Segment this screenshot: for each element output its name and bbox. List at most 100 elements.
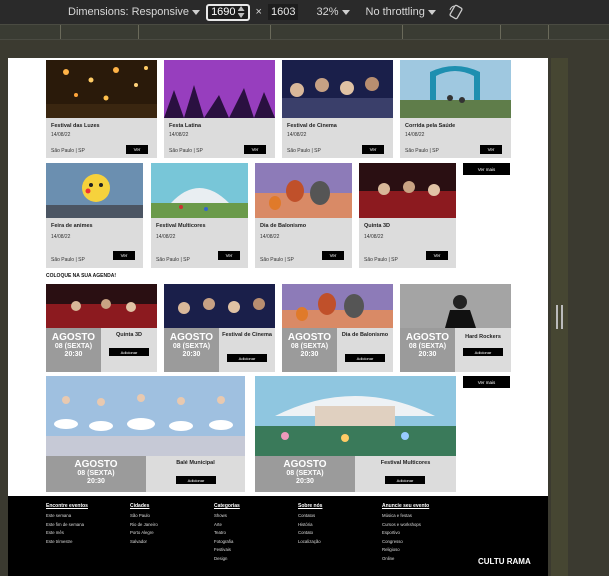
event-city: São Paulo | SP: [260, 257, 294, 263]
footer-link[interactable]: Este semana: [46, 512, 88, 521]
event-title: Festival das Luzes: [51, 123, 100, 129]
footer-link[interactable]: Festivais: [214, 546, 240, 555]
footer-link[interactable]: Música e festas: [382, 512, 429, 521]
event-date-box: AGOSTO 08 (SEXTA) 20:30: [400, 328, 455, 372]
event-day: 08 (SEXTA): [408, 343, 447, 350]
view-button[interactable]: Ver: [322, 251, 344, 260]
footer-link[interactable]: Religioso: [382, 546, 429, 555]
event-image: [46, 60, 157, 118]
event-title: Corrida pela Saúde: [405, 123, 456, 129]
footer-link[interactable]: Este trimestre: [46, 538, 88, 547]
footer-link[interactable]: Contato: [298, 529, 322, 538]
event-name: Festival de Cinema: [222, 332, 272, 338]
footer-link[interactable]: Rio de Janeiro: [130, 521, 158, 530]
add-button[interactable]: Adicionar: [109, 348, 149, 356]
site-logo[interactable]: CULTU RAMA: [478, 558, 531, 566]
event-card: Dia de Balonismo 14/08/22 São Paulo | SP…: [255, 163, 352, 268]
event-date-box: AGOSTO 08 (SEXTA) 20:30: [255, 456, 355, 492]
event-card: Festival das Luzes 14/08/22 São Paulo | …: [46, 60, 157, 158]
add-button[interactable]: Adicionar: [227, 354, 267, 362]
media-query-ruler[interactable]: [0, 24, 609, 40]
rotate-icon[interactable]: [448, 4, 464, 20]
event-name: Festival Multicores: [380, 460, 431, 466]
footer-heading: Sobre nós: [298, 503, 323, 509]
event-image: [46, 163, 143, 218]
footer-link[interactable]: História: [298, 521, 322, 530]
footer-heading: Cidades: [130, 503, 150, 509]
zoom-label: 32%: [316, 6, 339, 18]
footer-link[interactable]: Porto Alegre: [130, 529, 158, 538]
see-more-button[interactable]: Ver mais: [463, 376, 510, 388]
agenda-card: AGOSTO 08 (SEXTA) 20:30 Balé Municipal A…: [46, 376, 245, 492]
event-date-box: AGOSTO 08 (SEXTA) 20:30: [164, 328, 219, 372]
view-button[interactable]: Ver: [218, 251, 240, 260]
add-button[interactable]: Adicionar: [385, 476, 425, 484]
event-month: AGOSTO: [405, 332, 450, 343]
footer-heading: Encontre eventos: [46, 503, 88, 509]
event-city: São Paulo | SP: [169, 148, 203, 154]
event-month: AGOSTO: [51, 332, 96, 343]
view-button[interactable]: Ver: [480, 145, 502, 154]
footer-link[interactable]: Fotografia: [214, 538, 240, 547]
footer-link[interactable]: Shows: [214, 512, 240, 521]
footer-link[interactable]: São Paulo: [130, 512, 158, 521]
agenda-card: AGOSTO 08 (SEXTA) 20:30 Festival Multico…: [255, 376, 456, 492]
footer-link[interactable]: Salvador: [130, 538, 158, 547]
footer-link[interactable]: Congresso: [382, 538, 429, 547]
event-card: Festival de Cinema 14/08/22 São Paulo | …: [282, 60, 393, 158]
footer-link[interactable]: Localização: [298, 538, 322, 547]
height-input[interactable]: 1603: [267, 4, 299, 20]
view-button[interactable]: Ver: [362, 145, 384, 154]
event-title: Festa Latina: [169, 123, 202, 129]
footer-link[interactable]: Arte: [214, 521, 240, 530]
width-input[interactable]: 1690: [206, 3, 250, 21]
event-card: Corrida pela Saúde 14/08/22 São Paulo | …: [400, 60, 511, 158]
footer-link[interactable]: Contatos: [298, 512, 322, 521]
event-time: 20:30: [300, 351, 319, 358]
event-card: Festa Latina 14/08/22 São Paulo | SP Ver: [164, 60, 275, 158]
zoom-dropdown[interactable]: 32%: [316, 6, 350, 18]
event-name: Hard Rockers: [465, 334, 501, 340]
view-button[interactable]: Ver: [126, 145, 148, 154]
footer-link[interactable]: Este mês: [46, 529, 88, 538]
event-city: São Paulo | SP: [156, 257, 190, 263]
footer-column: Encontre eventos Este semana Este fim de…: [46, 503, 88, 546]
agenda-card: AGOSTO 08 (SEXTA) 20:30 Quinta 3D Adicio…: [46, 284, 157, 372]
event-date: 14/08/22: [169, 132, 189, 138]
event-name: Balé Municipal: [176, 460, 215, 466]
throttling-dropdown[interactable]: No throttling: [366, 6, 436, 18]
footer-link[interactable]: Esportivo: [382, 529, 429, 538]
event-date-box: AGOSTO 08 (SEXTA) 20:30: [46, 328, 101, 372]
footer-heading: Anuncie seu evento: [382, 503, 430, 509]
add-button[interactable]: Adicionar: [176, 476, 216, 484]
see-more-button[interactable]: Ver mais: [463, 163, 510, 175]
view-button[interactable]: Ver: [113, 251, 135, 260]
footer-link[interactable]: Este fim de semana: [46, 521, 88, 530]
event-date: 14/08/22: [364, 234, 384, 240]
footer-column: Anuncie seu evento Música e festas Curso…: [382, 503, 429, 563]
agenda-card: AGOSTO 08 (SEXTA) 20:30 Festival de Cine…: [164, 284, 275, 372]
footer-link[interactable]: Online: [382, 555, 429, 564]
footer-link[interactable]: Design: [214, 555, 240, 564]
agenda-card: AGOSTO 08 (SEXTA) 20:30 Dia de Balonismo…: [282, 284, 393, 372]
event-image: [400, 60, 511, 118]
footer-link[interactable]: Cursos e workshops: [382, 521, 429, 530]
stepper-icon[interactable]: [237, 5, 245, 19]
agenda-image: [46, 284, 157, 328]
footer-link[interactable]: Teatro: [214, 529, 240, 538]
event-city: São Paulo | SP: [51, 148, 85, 154]
resize-handle[interactable]: [556, 305, 563, 329]
event-title: Festival de Cinema: [287, 123, 337, 129]
agenda-image: [46, 376, 245, 456]
dimensions-dropdown[interactable]: Dimensions: Responsive: [68, 6, 201, 18]
event-image: [282, 60, 393, 118]
throttling-label: No throttling: [365, 6, 425, 18]
event-day: 08 (SEXTA): [286, 470, 324, 477]
view-button[interactable]: Ver: [426, 251, 448, 260]
agenda-image: [400, 284, 511, 328]
add-button[interactable]: Adicionar: [345, 354, 385, 362]
chevron-down-icon: [192, 9, 201, 15]
view-button[interactable]: Ver: [244, 145, 266, 154]
add-button[interactable]: Adicionar: [463, 348, 503, 356]
event-name: Quinta 3D: [116, 332, 142, 338]
